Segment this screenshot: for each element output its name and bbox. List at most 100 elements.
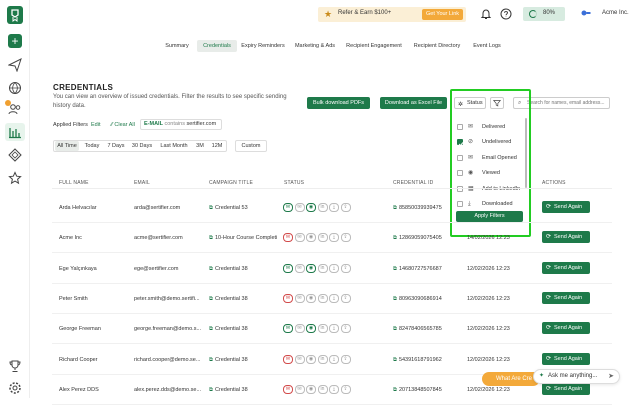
table-row[interactable]: Arda Helvacılar arda@sertifier.com ⧉ Creden… (52, 193, 612, 223)
range-7-days[interactable]: 7 Days (105, 141, 127, 151)
help-icon[interactable] (500, 8, 512, 20)
range-today[interactable]: Today (81, 141, 103, 151)
tab-credentials[interactable]: Credentials (197, 40, 237, 52)
download-status-icon: ⤓ (329, 384, 339, 394)
external-link-icon[interactable]: ⧉ (393, 296, 397, 302)
cell-campaign[interactable]: ⧉ Credential 38 (209, 266, 279, 273)
cell-campaign[interactable]: ⧉ Credential 38 (209, 326, 279, 333)
star-icon[interactable] (8, 171, 22, 185)
send-again-button[interactable]: ⟳ Send Again (542, 382, 590, 395)
external-link-icon[interactable]: ⧉ (209, 387, 213, 393)
send-again-button[interactable]: ⟳ Send Again (542, 291, 590, 304)
cell-credential-id[interactable]: ⧉ 20713848507845 (393, 387, 463, 394)
cell-credential-id-text: 85850039939475 (398, 205, 442, 211)
send-message-icon[interactable]: ➤ (608, 370, 614, 383)
header-status[interactable]: STATUS (284, 180, 304, 186)
download-excel-button[interactable]: Download as Excel File (380, 97, 447, 109)
get-link-button[interactable]: Get Your Link (422, 9, 463, 20)
external-link-icon[interactable]: ⧉ (209, 266, 213, 272)
download-status-icon: ⤓ (329, 203, 339, 212)
tab-summary[interactable]: Summary (160, 40, 194, 52)
cell-full-name: Arda Helvacılar (59, 205, 129, 211)
create-plus-icon[interactable]: + (8, 34, 22, 48)
cell-credential-id[interactable]: ⧉ 14680727576687 (393, 266, 463, 273)
tab-recipient-directory[interactable]: Recipient Directory (410, 40, 464, 52)
send-again-button[interactable]: ⟳ Send Again (542, 261, 590, 274)
send-again-button[interactable]: ⟳ Send Again (542, 322, 590, 335)
viewed-status-icon: ◉ (306, 203, 316, 212)
cell-date: 12/02/2026 12:23 (467, 296, 537, 302)
range-30-days[interactable]: 30 Days (129, 141, 155, 151)
cell-campaign[interactable]: ⧉ Credential 53 (209, 205, 279, 212)
share-status-icon: ⇪ (340, 384, 351, 394)
external-link-icon[interactable]: ⧉ (393, 266, 397, 272)
cell-full-name-text: Arda Helvacılar (59, 205, 97, 211)
external-link-icon[interactable]: ⧉ (393, 326, 397, 332)
ask-ai-input[interactable]: ✦ Ask me anything... ➤ (533, 369, 620, 384)
tab-recipient-engagement[interactable]: Recipient Engagement (344, 40, 404, 52)
cell-credential-id[interactable]: ⧉ 12869059075405 (393, 235, 463, 242)
clear-all-link[interactable]: ⁄⁄ Clear All (111, 122, 135, 128)
range-3m[interactable]: 3M (193, 141, 207, 151)
header-campaign-title[interactable]: CAMPAIGN TITLE (209, 180, 253, 186)
cell-campaign[interactable]: ⧉ Credential 38 (209, 357, 279, 364)
profile-progress[interactable]: 80% (523, 7, 565, 21)
external-link-icon[interactable]: ⧉ (209, 326, 213, 332)
external-link-icon[interactable]: ⧉ (209, 235, 213, 241)
table-row[interactable]: Acme Inc acme@sertifier.com ⧉ 10-Hour Cours… (52, 223, 612, 254)
table-row[interactable]: Richard Cooper richard.cooper@demo.se... ⧉… (52, 345, 612, 375)
range-12m[interactable]: 12M (209, 141, 225, 151)
external-link-icon[interactable]: ⧉ (393, 357, 397, 363)
integrations-icon[interactable] (8, 148, 22, 162)
tab-expiry-reminders[interactable]: Expiry Reminders (240, 40, 286, 52)
external-link-icon[interactable]: ⧉ (393, 387, 397, 393)
what-are-credentials-pill[interactable]: What Are Cre (482, 372, 540, 386)
cell-campaign-text: Credential 38 (214, 326, 248, 333)
tab-marketing-ads[interactable]: Marketing & Ads (292, 40, 338, 52)
cell-full-name-text: Peter Smith (59, 295, 88, 302)
cell-credential-id[interactable]: ⧉ 80963090686914 (393, 296, 463, 303)
range-last-month[interactable]: Last Month (157, 141, 191, 151)
external-link-icon[interactable]: ⧉ (209, 296, 213, 302)
cell-full-name: George Freeman (59, 326, 129, 332)
cell-credential-id[interactable]: ⧉ 85850039939475 (393, 205, 463, 212)
header-credential-id[interactable]: CREDENTIAL ID (393, 180, 433, 186)
external-link-icon[interactable]: ⧉ (393, 205, 397, 211)
external-link-icon[interactable]: ⧉ (209, 205, 213, 211)
search-input[interactable] (527, 99, 607, 107)
settings-gear-icon[interactable] (8, 381, 22, 395)
send-again-button[interactable]: ⟳ Send Again (542, 231, 590, 244)
header-full-name[interactable]: FULL NAME (59, 180, 89, 186)
org-name[interactable]: Acme Inc. (602, 10, 629, 16)
send-again-button[interactable]: ⟳ Send Again (542, 352, 590, 365)
trophy-icon[interactable] (8, 359, 22, 373)
app-logo[interactable] (7, 6, 23, 24)
table-row[interactable]: George Freeman george.freeman@demo.s... ⧉ C… (52, 314, 612, 345)
table-row[interactable]: Peter Smith peter.smith@demo.sertifi... ⧉ C… (52, 284, 612, 314)
cell-campaign[interactable]: ⧉ Credential 38 (209, 296, 279, 303)
cell-campaign[interactable]: ⧉ Credential 38 (209, 387, 279, 394)
edit-filters-link[interactable]: Edit (91, 122, 100, 128)
filter-chip-email[interactable]: E-MAIL contains sertifier.com (140, 119, 222, 130)
cell-credential-id[interactable]: ⧉ 82478406565785 (393, 326, 463, 333)
cell-campaign[interactable]: ⧉ 10-Hour Course Completi (209, 235, 279, 242)
org-logo-icon (581, 10, 591, 16)
send-icon[interactable] (8, 58, 22, 72)
external-link-icon[interactable]: ⧉ (393, 235, 397, 241)
send-again-button[interactable]: ⟳ Send Again (542, 201, 590, 213)
tab-event-logs[interactable]: Event Logs (470, 40, 504, 52)
cell-credential-id[interactable]: ⧉ 54391618791962 (393, 357, 463, 364)
notifications-bell-icon[interactable] (480, 8, 492, 20)
table-row[interactable]: Ege Yalçınkaya ege@sertifier.com ⧉ Credenti… (52, 254, 612, 284)
globe-icon[interactable] (8, 81, 22, 95)
bulk-download-button[interactable]: Bulk download PDFs (307, 97, 370, 109)
external-link-icon[interactable]: ⧉ (209, 357, 213, 363)
analytics-icon[interactable] (8, 125, 22, 139)
custom-range-button[interactable]: Custom (235, 140, 267, 152)
header-email[interactable]: EMAIL (134, 180, 150, 186)
users-icon[interactable] (8, 102, 22, 116)
refer-banner[interactable]: ★ Refer & Earn $100+ Get Your Link (318, 7, 466, 22)
resend-icon: ⟳ (546, 355, 552, 362)
range-all-time[interactable]: All Time (55, 141, 79, 151)
opened-status-icon: ✉ (294, 384, 305, 394)
